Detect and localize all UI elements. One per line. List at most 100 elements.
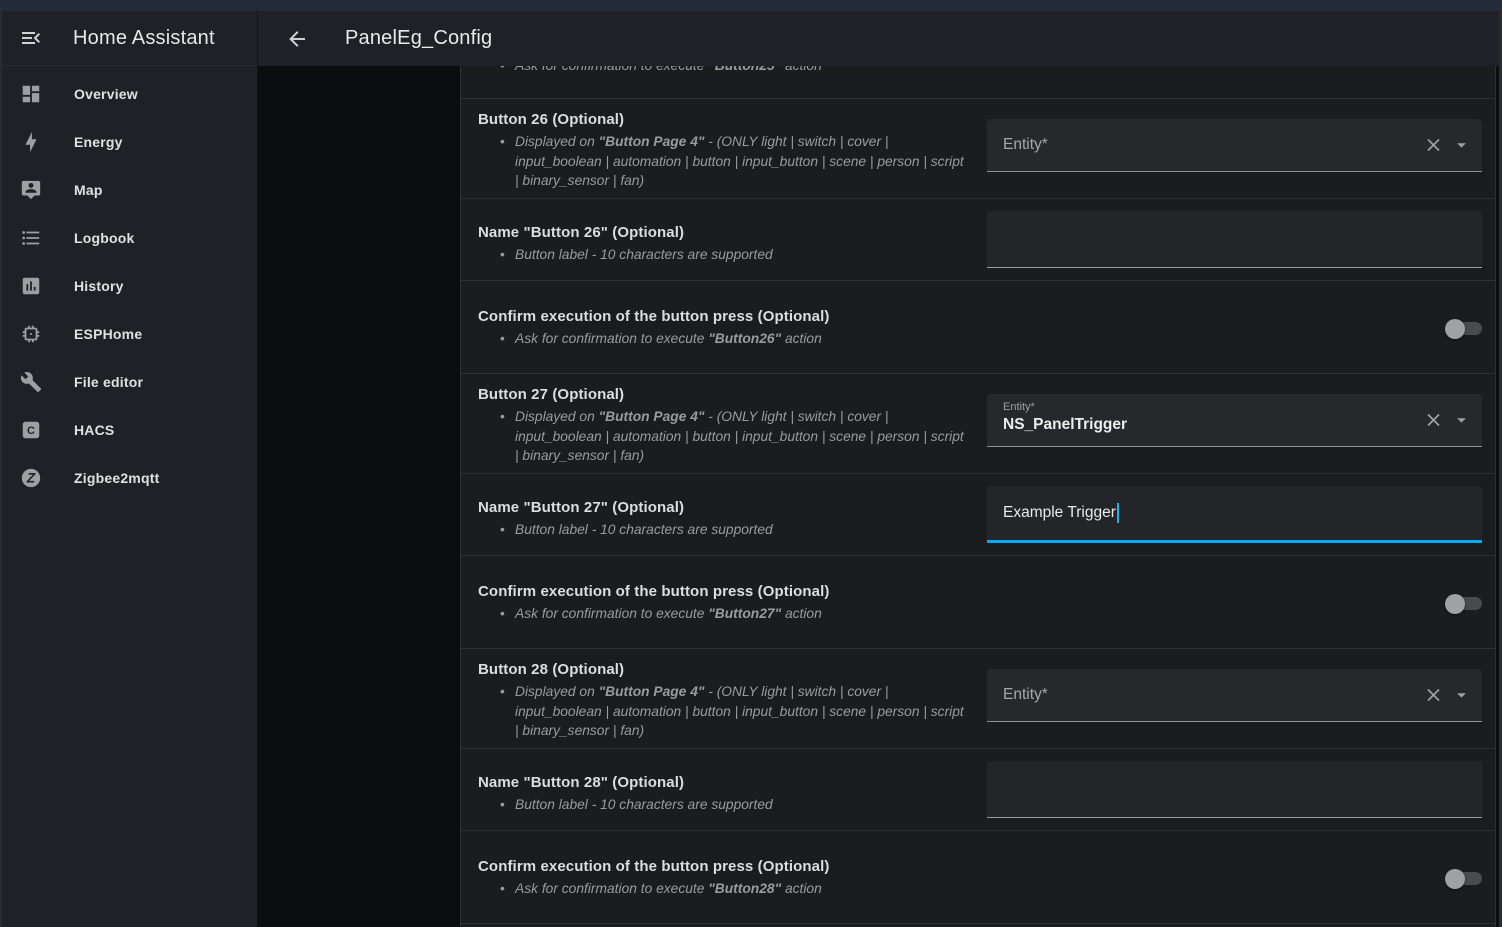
chevron-down-icon[interactable] [1451,685,1472,706]
panel-bottom-divider [461,923,1495,927]
chevron-down-icon[interactable] [1451,410,1472,431]
toggle-thumb [1445,869,1465,889]
row-title: Button 28 (Optional) [478,661,987,678]
entity-placeholder: Entity* [1003,686,1048,704]
window-top-strip [0,0,1502,11]
sidebar-item-logbook[interactable]: Logbook [2,214,257,262]
chart-box-icon [20,275,42,297]
sidebar-items: Overview Energy Map Logbook History ESPH… [2,70,257,502]
svg-text:Z: Z [26,471,36,486]
row-control: Entity* [987,649,1495,748]
sidebar-item-esphome[interactable]: ESPHome [2,310,257,358]
row-title: Button 26 (Optional) [478,111,987,128]
wrench-icon [20,371,42,393]
sidebar-item-history[interactable]: History [2,262,257,310]
lightning-bolt-icon [20,131,42,153]
row-control: Entity* NS_PanelTrigger [987,374,1495,473]
row-description: Button label - 10 characters are support… [515,795,967,815]
input-value: Example Trigger [1003,504,1116,522]
row-control [987,281,1495,373]
row-description: Displayed on "Button Page 4" - (ONLY lig… [515,407,967,466]
form-row-confirm-button-28: Confirm execution of the button press (O… [461,830,1495,923]
sidebar-item-file-editor[interactable]: File editor [2,358,257,406]
sidebar-item-energy[interactable]: Energy [2,118,257,166]
form-row-button-26: Button 26 (Optional) Displayed on "Butto… [461,98,1495,198]
format-list-bulleted-icon [20,227,42,249]
form-row-confirm-button-26: Confirm execution of the button press (O… [461,280,1495,373]
entity-placeholder: Entity* [1003,136,1048,154]
form-row-button-28: Button 28 (Optional) Displayed on "Butto… [461,648,1495,748]
row-title: Confirm execution of the button press (O… [478,583,987,600]
row-text: Button 28 (Optional) Displayed on "Butto… [461,649,987,748]
toggle-thumb [1445,319,1465,339]
app-window: Home Assistant Overview Energy Map Logbo… [0,0,1502,927]
row-text: Name "Button 28" (Optional) Button label… [461,749,987,830]
page-title: PanelEg_Config [345,27,492,50]
zigbee-icon: Z [20,467,42,489]
sidebar-item-label: File editor [74,374,143,390]
sidebar-item-overview[interactable]: Overview [2,70,257,118]
row-text: Button 27 (Optional) Displayed on "Butto… [461,374,987,473]
row-control [987,831,1495,923]
sidebar-item-label: HACS [74,422,114,438]
menu-open-icon[interactable] [19,26,43,50]
sidebar-header: Home Assistant [2,11,257,66]
row-control [987,556,1495,648]
row-text: Button 26 (Optional) Displayed on "Butto… [461,99,987,198]
svg-text:C: C [27,425,35,437]
row-text: Confirm execution of the button press (O… [461,556,987,648]
row-description: Button label - 10 characters are support… [515,520,967,540]
row-control: Entity* [987,99,1495,198]
row-title: Confirm execution of the button press (O… [478,858,987,875]
form-row-button-27: Button 27 (Optional) Displayed on "Butto… [461,373,1495,473]
confirm-toggle-button-28[interactable] [1445,867,1482,891]
hacs-icon: C [20,419,42,441]
form-row-name-button-27: Name "Button 27" (Optional) Button label… [461,473,1495,555]
confirm-toggle-button-27[interactable] [1445,592,1482,616]
row-text: Confirm execution of the button press (O… [461,831,987,923]
sidebar-item-zigbee2mqtt[interactable]: Z Zigbee2mqtt [2,454,257,502]
close-icon[interactable] [1423,685,1444,706]
row-description: Ask for confirmation to execute "Button2… [515,604,967,624]
row-description: Ask for confirmation to execute "Button2… [515,329,967,349]
row-title: Name "Button 26" (Optional) [478,224,987,241]
sidebar-item-hacs[interactable]: C HACS [2,406,257,454]
entity-picker-button-28[interactable]: Entity* [987,669,1482,722]
sidebar-item-label: History [74,278,124,294]
sidebar-item-label: ESPHome [74,326,142,342]
form-row-name-button-28: Name "Button 28" (Optional) Button label… [461,748,1495,830]
entity-float-label: Entity* [1003,401,1035,413]
sidebar-item-label: Energy [74,134,123,150]
close-icon[interactable] [1423,410,1444,431]
form-row-confirm-button-27: Confirm execution of the button press (O… [461,555,1495,648]
back-arrow-icon[interactable] [285,27,309,51]
tooltip-account-icon [20,179,42,201]
entity-value: NS_PanelTrigger [1003,416,1127,434]
config-form-panel: Ask for confirmation to execute "Button2… [460,66,1496,927]
row-title: Name "Button 27" (Optional) [478,499,987,516]
row-text: Confirm execution of the button press (O… [461,281,987,373]
confirm-toggle-button-26[interactable] [1445,317,1482,341]
row-control [987,749,1495,830]
chevron-down-icon[interactable] [1451,135,1472,156]
page-header: PanelEg_Config [258,11,1502,66]
row-title: Name "Button 28" (Optional) [478,774,987,791]
view-dashboard-icon [20,83,42,105]
name-input-button-27[interactable]: Example Trigger [987,486,1482,543]
name-input-button-26[interactable] [987,211,1482,268]
sidebar-item-map[interactable]: Map [2,166,257,214]
entity-picker-button-27[interactable]: Entity* NS_PanelTrigger [987,394,1482,447]
name-input-button-28[interactable] [987,761,1482,818]
row-description: Ask for confirmation to execute "Button2… [515,66,967,76]
row-control [987,199,1495,280]
entity-picker-button-26[interactable]: Entity* [987,119,1482,172]
chip-icon [20,323,42,345]
sidebar-item-label: Map [74,182,103,198]
form-row-name-button-26: Name "Button 26" (Optional) Button label… [461,198,1495,280]
sidebar-item-label: Logbook [74,230,135,246]
close-icon[interactable] [1423,135,1444,156]
row-text: Name "Button 27" (Optional) Button label… [461,474,987,555]
row-text: Name "Button 26" (Optional) Button label… [461,199,987,280]
form-row-partial-button-25: Ask for confirmation to execute "Button2… [461,66,1495,98]
row-description: Button label - 10 characters are support… [515,245,967,265]
